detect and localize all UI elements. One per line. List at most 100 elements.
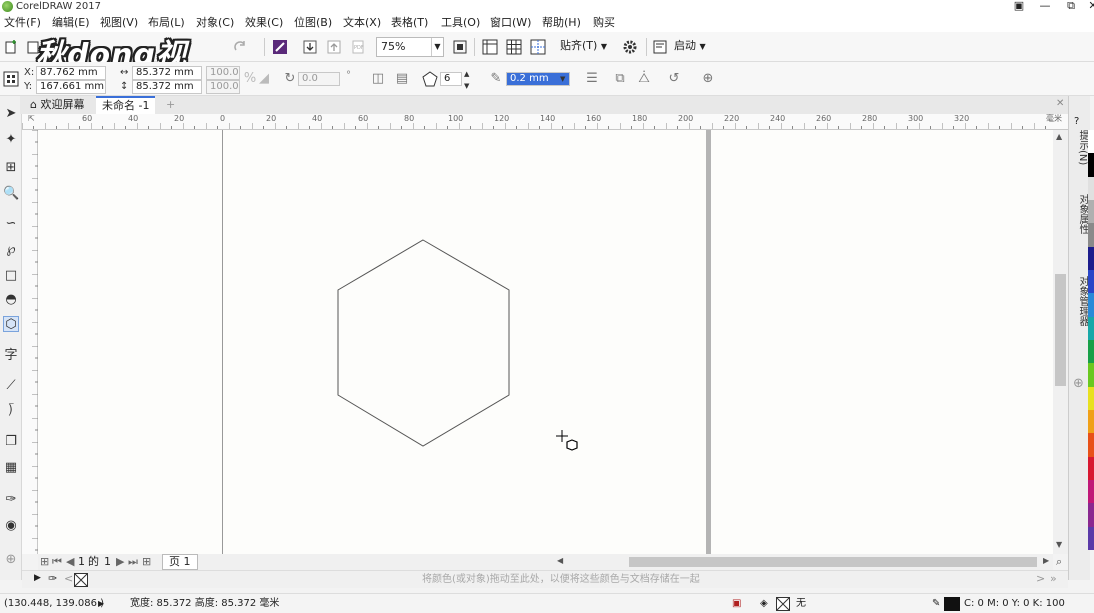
help-icon[interactable]: ? [1074, 116, 1079, 127]
publish-pdf-icon[interactable]: PDF [350, 39, 366, 55]
connector-tool-icon[interactable]: ⟌ [3, 404, 19, 420]
polygon-tool-icon[interactable]: ⬡ [3, 316, 19, 332]
text-tool-icon[interactable]: 字 [3, 348, 19, 364]
color-swatch[interactable] [1088, 153, 1094, 177]
account-icon[interactable]: ▣ [1008, 0, 1030, 14]
menu-table[interactable]: 表格(T) [391, 16, 428, 30]
mirror-horizontal-icon[interactable]: ◫ [370, 71, 386, 87]
menu-text[interactable]: 文本(X) [343, 16, 381, 30]
pick-tool-icon[interactable]: ➤ [3, 106, 19, 122]
menu-edit[interactable]: 编辑(E) [52, 16, 90, 30]
docker-tab-hints[interactable]: 提示(N) [1072, 130, 1088, 165]
zoom-fit-icon[interactable]: ⌕ [1056, 555, 1062, 569]
palette-menu-icon[interactable]: ▶ [34, 573, 41, 583]
scroll-left-icon[interactable]: ◀ [557, 556, 563, 565]
parallel-dimension-icon[interactable]: ⟋ [3, 378, 19, 394]
zoom-tool-icon[interactable]: 🔍 [3, 186, 19, 202]
to-front-icon[interactable]: ⧉ [612, 71, 628, 87]
tab-welcome-screen[interactable]: ⌂ 欢迎屏幕 [24, 96, 90, 114]
color-swatch[interactable] [1088, 480, 1094, 504]
corel-connect-icon[interactable] [272, 39, 288, 55]
first-page-icon[interactable]: ⏮ [52, 554, 62, 570]
color-proofing-icon[interactable]: ▣ [732, 594, 741, 613]
wrap-text-icon[interactable]: ☰ [584, 71, 600, 87]
new-document-icon[interactable] [3, 39, 19, 55]
color-swatch[interactable] [1088, 526, 1094, 550]
color-swatch[interactable] [1088, 316, 1094, 340]
zoom-level-combo[interactable]: 75% ▼ [376, 37, 444, 57]
ruler-origin-icon[interactable]: ⇱ [28, 114, 35, 123]
color-swatch[interactable] [1088, 456, 1094, 480]
rectangle-tool-icon[interactable]: □ [3, 268, 19, 284]
mirror-vertical-icon[interactable]: ▤ [394, 71, 410, 87]
scroll-down-icon[interactable]: ▼ [1056, 540, 1062, 549]
menu-effects[interactable]: 效果(C) [245, 16, 283, 30]
menu-help[interactable]: 帮助(H) [542, 16, 581, 30]
color-swatch[interactable] [1088, 246, 1094, 270]
new-tab-button[interactable]: + [160, 96, 181, 114]
menu-buy[interactable]: 购买 [593, 16, 615, 30]
color-swatch[interactable] [1088, 410, 1094, 434]
color-swatch[interactable] [1088, 200, 1094, 224]
expand-arrow-icon[interactable]: ▶ [98, 594, 104, 613]
launch-icon[interactable] [652, 39, 668, 55]
menu-view[interactable]: 视图(V) [100, 16, 138, 30]
color-swatch[interactable] [1088, 340, 1094, 364]
scroll-up-icon[interactable]: ▲ [1056, 132, 1062, 141]
horizontal-scrollbar[interactable]: ◀ ▶ [555, 554, 1053, 570]
scroll-right-icon[interactable]: ▶ [1043, 556, 1049, 565]
height-field[interactable]: 85.372 mm [132, 80, 202, 94]
docker-tab-object-properties[interactable]: 对象属性 [1072, 194, 1088, 234]
x-position-field[interactable]: 87.762 mm [36, 66, 106, 80]
no-fill-swatch[interactable] [776, 597, 790, 611]
menu-layout[interactable]: 布局(L) [148, 16, 185, 30]
polygon-sides-field[interactable]: 6 [440, 72, 462, 86]
color-swatch[interactable] [1088, 176, 1094, 200]
close-docker-icon[interactable]: ✕ [1056, 98, 1064, 109]
outline-color-swatch[interactable] [944, 597, 960, 611]
docker-tab-object-manager[interactable]: 对象管理器 [1072, 276, 1088, 326]
to-back-icon[interactable]: ⧊ [636, 71, 652, 87]
menu-tools[interactable]: 工具(O) [441, 16, 480, 30]
interactive-fill-icon[interactable]: ◉ [3, 518, 19, 534]
object-origin-icon[interactable] [3, 71, 19, 87]
minimize-button[interactable]: — [1034, 0, 1056, 14]
color-swatch[interactable] [1088, 363, 1094, 387]
width-field[interactable]: 85.372 mm [132, 66, 202, 80]
options-gear-icon[interactable] [622, 39, 638, 55]
no-color-swatch[interactable] [74, 573, 88, 587]
add-docker-icon[interactable]: ⊕ [1073, 376, 1084, 391]
rotation-field[interactable]: 0.0 [298, 72, 340, 86]
crop-tool-icon[interactable]: ⊞ [3, 160, 19, 176]
color-swatch[interactable] [1088, 433, 1094, 457]
vertical-ruler[interactable] [22, 130, 38, 554]
eyedropper-icon[interactable]: ✑ [3, 492, 19, 508]
sides-stepper-icon[interactable]: ▲ ▼ [464, 68, 469, 92]
menu-object[interactable]: 对象(C) [196, 16, 234, 30]
add-plus-icon[interactable]: ⊕ [700, 71, 716, 87]
redo-icon[interactable] [232, 39, 248, 55]
previous-page-icon[interactable]: ◀ [66, 554, 74, 570]
launch-menu[interactable]: 启动 ▼ [670, 37, 716, 57]
chevron-down-icon[interactable]: ▼ [560, 73, 565, 85]
tab-untitled-1[interactable]: 未命名 -1 [96, 96, 156, 114]
page-tab-1[interactable]: 页 1 [162, 554, 198, 570]
transparency-tool-icon[interactable]: ▦ [3, 460, 19, 476]
horizontal-ruler[interactable]: ⇱ 60 40 20 0 20 40 60 80 100 120 140 160… [22, 114, 1068, 130]
color-swatch[interactable] [1088, 503, 1094, 527]
hexagon-shape[interactable] [334, 238, 514, 450]
color-swatch[interactable] [1088, 293, 1094, 317]
horizontal-scroll-thumb[interactable] [629, 557, 1037, 567]
lock-ratio-icon[interactable]: ◢ [256, 71, 272, 87]
menu-file[interactable]: 文件(F) [4, 16, 41, 30]
color-swatch[interactable] [1088, 130, 1094, 154]
color-swatch[interactable] [1088, 270, 1094, 294]
snap-to-menu[interactable]: 贴齐(T) ▼ [556, 37, 610, 57]
palette-scroll-left-icon[interactable]: < [64, 572, 73, 585]
show-guidelines-icon[interactable] [530, 39, 546, 55]
add-tool-icon[interactable]: ⊕ [3, 552, 19, 568]
restore-button[interactable]: ⧉ [1060, 0, 1082, 14]
vertical-scrollbar[interactable]: ▲ ▼ [1053, 130, 1068, 554]
add-page-after-icon[interactable]: ⊞ [142, 554, 151, 570]
smart-fill-icon[interactable]: ◓ [3, 292, 19, 308]
